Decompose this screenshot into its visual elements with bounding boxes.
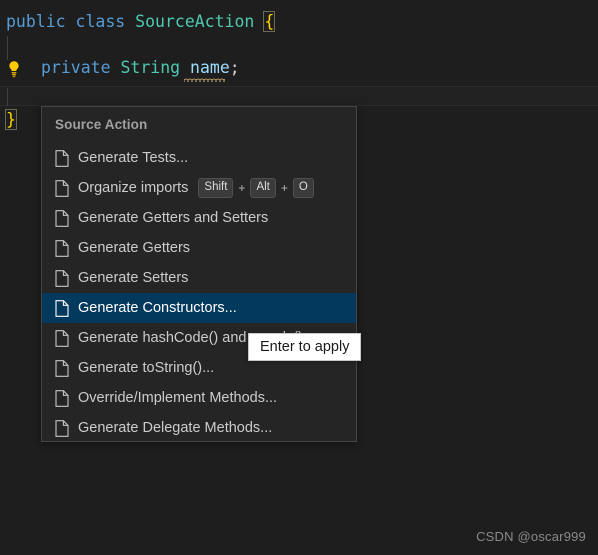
error-squiggle-name (184, 78, 225, 82)
code-line-1[interactable]: public class SourceAction { (0, 8, 598, 36)
menu-item-label: Generate Tests... (78, 150, 189, 166)
menu-item-label: Generate Setters (78, 270, 189, 286)
menu-item[interactable]: Generate Constructors... (42, 293, 356, 323)
keybinding-key: O (292, 177, 314, 199)
menu-item-label: Generate Constructors... (78, 300, 237, 316)
enter-to-apply-tooltip-label: Enter to apply (260, 339, 350, 355)
menu-item[interactable]: Organize imports Shift + Alt + O (42, 173, 356, 203)
file-icon (55, 239, 69, 257)
menu-item-label: Override/Implement Methods... (78, 390, 278, 406)
file-icon (55, 149, 69, 167)
code-line-1-text: public class SourceAction { (6, 11, 276, 32)
menu-item[interactable]: Generate Getters and Setters (42, 203, 356, 233)
editor-rule-line-top (0, 86, 598, 87)
menu-item-label: Generate Getters and Setters (78, 210, 269, 226)
menu-item-label: Organize imports (78, 180, 189, 196)
code-line-2[interactable]: private String name; (0, 54, 598, 82)
menu-item-label: Generate Getters (78, 240, 191, 256)
menu-item-label: Generate toString()... (78, 360, 215, 376)
file-icon (55, 389, 69, 407)
keybinding-separator: + (238, 181, 246, 195)
menu-item[interactable]: Generate Setters (42, 263, 356, 293)
file-icon (55, 359, 69, 377)
menu-item[interactable]: Generate Delegate Methods... (42, 413, 356, 443)
file-icon (55, 299, 69, 317)
menu-item-keybinding: Shift + Alt + O (198, 177, 314, 199)
menu-item-label: Generate Delegate Methods... (78, 420, 273, 436)
watermark: CSDN @oscar999 (476, 529, 586, 544)
file-icon (55, 179, 69, 197)
file-icon (55, 209, 69, 227)
source-action-menu[interactable]: Source Action Generate Tests... Organize … (41, 106, 357, 442)
menu-item[interactable]: Generate Tests... (42, 143, 356, 173)
menu-item[interactable]: Generate Getters (42, 233, 356, 263)
file-icon (55, 329, 69, 347)
keybinding-key: Alt (250, 177, 276, 199)
keybinding-key: Shift (198, 177, 234, 199)
code-line-3-text: } (5, 109, 17, 130)
keybinding-separator: + (280, 181, 288, 195)
source-action-menu-list[interactable]: Generate Tests... Organize imports Shift + A… (42, 143, 356, 443)
enter-to-apply-tooltip: Enter to apply (248, 333, 362, 361)
source-action-menu-title: Source Action (55, 117, 148, 132)
file-icon (55, 419, 69, 437)
menu-item[interactable]: Override/Implement Methods... (42, 383, 356, 413)
editor-band (0, 87, 598, 105)
file-icon (55, 269, 69, 287)
